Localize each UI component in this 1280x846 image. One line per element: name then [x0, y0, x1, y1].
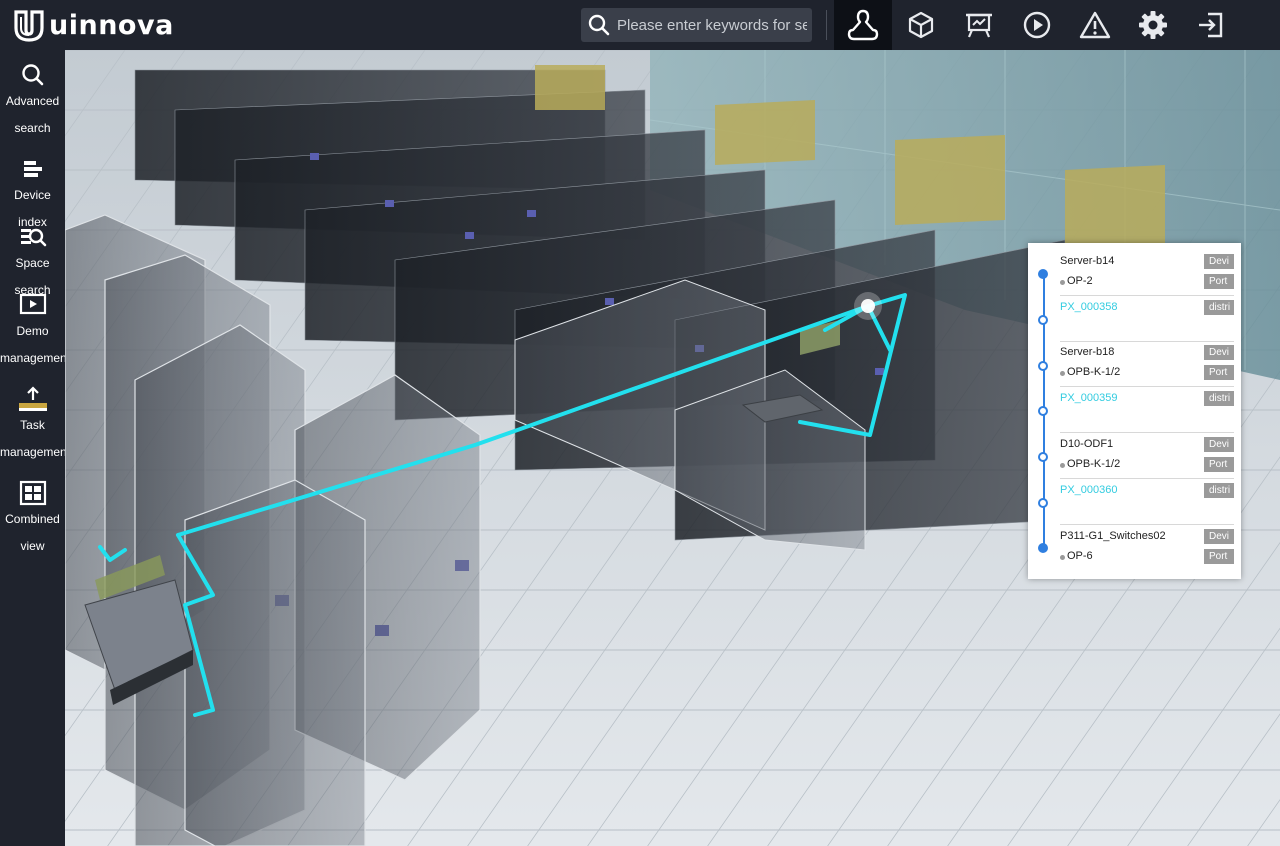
route-device-row[interactable]: P311-G1_Switches02 Devi — [1060, 528, 1234, 546]
route-link-row[interactable]: PX_000359 distri — [1060, 390, 1234, 408]
sidebar-label: Advanced — [5, 94, 60, 108]
separator — [1060, 432, 1234, 433]
port-dot — [1060, 555, 1065, 560]
device-name: D10-ODF1 — [1060, 438, 1114, 450]
route-device-row[interactable]: Server-b18 Devi — [1060, 344, 1234, 362]
task-icon — [18, 386, 47, 411]
nav-play-button[interactable] — [1008, 0, 1066, 50]
route-node-start — [1038, 269, 1048, 279]
link-name[interactable]: PX_000359 — [1060, 392, 1118, 404]
topology-icon — [847, 9, 879, 41]
cube-icon — [908, 11, 934, 39]
route-link-row[interactable]: PX_000360 distri — [1060, 482, 1234, 500]
device-name: Server-b18 — [1060, 346, 1115, 358]
device-tag: Devi — [1204, 254, 1234, 269]
nav-logout-button[interactable] — [1182, 0, 1240, 50]
demo-icon — [19, 293, 46, 315]
port-tag: Port — [1204, 274, 1234, 289]
nav-alert-button[interactable] — [1066, 0, 1124, 50]
route-device-row[interactable]: D10-ODF1 Devi — [1060, 436, 1234, 454]
nav-settings-button[interactable] — [1124, 0, 1182, 50]
toolbar-divider — [826, 10, 827, 40]
route-port-row[interactable]: OP-2 Port — [1060, 273, 1234, 291]
port-dot — [1060, 463, 1065, 468]
top-bar: uinnova — [0, 0, 1280, 50]
sidebar-label: management — [0, 445, 71, 459]
link-tag: distri — [1204, 300, 1234, 315]
route-node — [1038, 452, 1048, 462]
port-name: OP-6 — [1067, 550, 1093, 562]
gear-icon — [1139, 11, 1167, 39]
separator — [1060, 295, 1234, 296]
route-node — [1038, 361, 1048, 371]
route-port-row[interactable]: OPB-K-1/2 Port — [1060, 456, 1234, 474]
port-name: OP-2 — [1067, 275, 1093, 287]
route-port-row[interactable]: OP-6 Port — [1060, 548, 1234, 566]
sidebar-label: view — [20, 539, 45, 553]
device-tag: Devi — [1204, 345, 1234, 360]
route-panel: Server-b14 Devi OP-2 Port PX_000358 dist… — [1028, 243, 1241, 579]
route-device-row[interactable]: Server-b14 Devi — [1060, 253, 1234, 271]
search-icon — [21, 64, 43, 86]
port-name: OPB-K-1/2 — [1067, 458, 1121, 470]
port-dot — [1060, 371, 1065, 376]
search-input[interactable] — [617, 16, 807, 34]
brand-name: uinnova — [49, 9, 174, 41]
route-node — [1038, 315, 1048, 325]
warning-icon — [1079, 11, 1111, 39]
nav-board-button[interactable] — [950, 0, 1008, 50]
sidebar-item-demo-management[interactable]: Demo management — [0, 292, 71, 372]
route-port-row[interactable]: OPB-K-1/2 Port — [1060, 364, 1234, 382]
space-search-icon — [20, 228, 46, 247]
port-dot — [1060, 280, 1065, 285]
separator — [1060, 386, 1234, 387]
sidebar-item-task-management[interactable]: Task management — [0, 386, 71, 466]
search-icon[interactable] — [587, 13, 611, 37]
search-box[interactable] — [581, 8, 812, 42]
combined-view-icon — [19, 480, 46, 506]
sidebar: Advanced search Device index Space searc… — [0, 50, 71, 846]
separator — [1060, 524, 1234, 525]
sidebar-label: management — [0, 351, 71, 365]
device-index-icon — [23, 161, 42, 177]
device-tag: Devi — [1204, 437, 1234, 452]
link-name[interactable]: PX_000360 — [1060, 484, 1118, 496]
port-tag: Port — [1204, 457, 1234, 472]
play-icon — [1023, 11, 1051, 39]
route-link-row[interactable]: PX_000358 distri — [1060, 299, 1234, 317]
route-node-end — [1038, 543, 1048, 553]
device-tag: Devi — [1204, 529, 1234, 544]
link-tag: distri — [1204, 483, 1234, 498]
board-icon — [966, 13, 992, 38]
logo[interactable]: uinnova — [12, 8, 174, 42]
nav-3d-button[interactable] — [892, 0, 950, 50]
sidebar-label: Combined — [5, 512, 60, 526]
link-name[interactable]: PX_000358 — [1060, 301, 1118, 313]
route-node — [1038, 406, 1048, 416]
port-tag: Port — [1204, 549, 1234, 564]
sidebar-label: search — [14, 121, 51, 135]
separator — [1060, 341, 1234, 342]
uinnova-logo-icon — [14, 10, 44, 42]
separator — [1060, 478, 1234, 479]
device-name: P311-G1_Switches02 — [1060, 530, 1166, 542]
port-tag: Port — [1204, 365, 1234, 380]
sidebar-label: Demo — [16, 324, 49, 338]
sidebar-item-combined-view[interactable]: Combined view — [0, 480, 65, 560]
port-name: OPB-K-1/2 — [1067, 366, 1121, 378]
nav-topology-button[interactable] — [834, 0, 892, 50]
sidebar-label: Task — [20, 418, 45, 432]
sidebar-item-advanced-search[interactable]: Advanced search — [0, 62, 65, 142]
route-node — [1038, 498, 1048, 508]
link-tag: distri — [1204, 391, 1234, 406]
logout-icon — [1199, 12, 1223, 38]
device-name: Server-b14 — [1060, 255, 1115, 267]
